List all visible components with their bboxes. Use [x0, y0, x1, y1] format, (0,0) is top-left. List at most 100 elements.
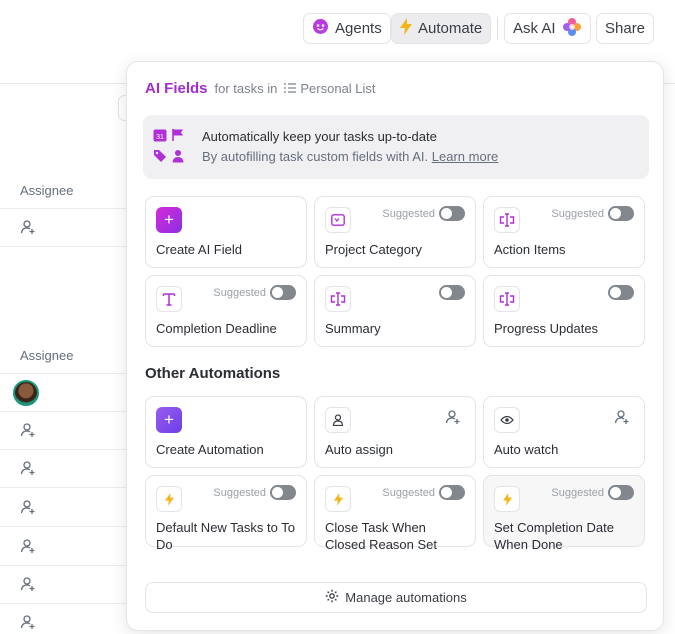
suggested-label: Suggested: [382, 208, 435, 220]
suggested-label: Suggested: [213, 487, 266, 499]
assignee-column-header-2: Assignee: [20, 348, 74, 363]
list-selector[interactable]: Personal List: [284, 81, 376, 96]
auto-assign-card[interactable]: Auto assign: [314, 396, 476, 468]
enable-toggle[interactable]: [608, 206, 634, 221]
table-row[interactable]: [0, 566, 130, 604]
manage-automations-button[interactable]: Manage automations: [145, 582, 647, 613]
row-divider: [0, 373, 130, 374]
text-field-icon: [156, 286, 182, 312]
action-items-card[interactable]: Suggested Action Items: [483, 196, 645, 268]
automate-button[interactable]: Automate: [391, 13, 492, 44]
agents-button[interactable]: Agents: [303, 13, 391, 44]
tag-icon: [153, 149, 171, 166]
banner-icons: 31: [153, 128, 189, 166]
ai-field-icon: [494, 207, 520, 233]
ai-field-icon: [494, 286, 520, 312]
assignee-column-header: Assignee: [20, 183, 74, 198]
calendar-icon: 31: [153, 128, 171, 145]
agents-label: Agents: [335, 20, 382, 37]
enable-toggle[interactable]: [270, 485, 296, 500]
panel-header: AI Fields for tasks in Personal List: [145, 80, 376, 97]
suggested-label: Suggested: [551, 487, 604, 499]
add-assignee-icon[interactable]: [20, 422, 36, 441]
banner-description: By autofilling task custom fields with A…: [202, 149, 498, 164]
ai-fields-banner: 31 Automatically keep your tasks up-to-d…: [143, 115, 649, 179]
card-label: Create AI Field: [156, 242, 242, 257]
enable-toggle[interactable]: [439, 206, 465, 221]
card-label: Auto assign: [325, 442, 393, 457]
share-label: Share: [605, 20, 646, 37]
table-row[interactable]: [0, 489, 130, 527]
add-assignee-icon[interactable]: [20, 576, 36, 595]
banner-description-text: By autofilling task custom fields with A…: [202, 149, 429, 164]
summary-card[interactable]: Summary: [314, 275, 476, 347]
progress-updates-card[interactable]: Progress Updates: [483, 275, 645, 347]
default-new-tasks-card[interactable]: Suggested Default New Tasks to To Do: [145, 475, 307, 552]
avatar[interactable]: [13, 380, 39, 406]
create-automation-card[interactable]: + Create Automation: [145, 396, 307, 468]
add-assignee-icon[interactable]: [20, 219, 36, 238]
enable-toggle[interactable]: [439, 285, 465, 300]
lightning-icon: [494, 486, 520, 512]
enable-toggle[interactable]: [608, 285, 634, 300]
suggested-label: Suggested: [213, 287, 266, 299]
card-label: Progress Updates: [494, 321, 599, 336]
panel-title: AI Fields: [145, 80, 208, 97]
list-icon: [284, 81, 297, 96]
add-assignee-icon[interactable]: [20, 538, 36, 557]
table-row[interactable]: [0, 412, 130, 450]
card-label: Default New Tasks to To Do: [156, 520, 295, 552]
ask-ai-button[interactable]: Ask AI: [504, 13, 591, 44]
ask-ai-label: Ask AI: [513, 20, 556, 37]
user-icon: [171, 149, 189, 166]
ai-field-icon: [325, 286, 351, 312]
table-row[interactable]: [0, 604, 130, 634]
flag-icon: [171, 128, 189, 145]
table-row[interactable]: [0, 528, 130, 566]
auto-watch-card[interactable]: Auto watch: [483, 396, 645, 468]
card-label: Summary: [325, 321, 381, 336]
set-completion-date-card[interactable]: Suggested Set Completion Date When Done: [483, 475, 645, 552]
card-label: Create Automation: [156, 442, 264, 457]
table-row[interactable]: [0, 209, 130, 247]
suggested-label: Suggested: [382, 487, 435, 499]
add-assignee-icon[interactable]: [20, 460, 36, 479]
gear-icon: [325, 589, 339, 606]
card-label: Auto watch: [494, 442, 559, 457]
other-automations-heading: Other Automations: [145, 365, 281, 382]
list-name: Personal List: [300, 81, 376, 96]
suggested-label: Suggested: [551, 208, 604, 220]
panel-subtitle: for tasks in: [214, 81, 278, 96]
banner-headline: Automatically keep your tasks up-to-date: [202, 129, 437, 144]
card-label: Completion Deadline: [156, 321, 277, 336]
create-ai-field-card[interactable]: + Create AI Field: [145, 196, 307, 268]
eye-icon: [494, 407, 520, 433]
svg-text:31: 31: [156, 134, 164, 141]
toolbar-divider: [497, 18, 498, 40]
user-icon: [325, 407, 351, 433]
lightning-icon: [156, 486, 182, 512]
automate-label: Automate: [418, 20, 483, 37]
agents-icon: [312, 18, 329, 39]
add-user-icon: [445, 409, 461, 428]
add-assignee-icon[interactable]: [20, 614, 36, 633]
enable-toggle[interactable]: [439, 485, 465, 500]
add-assignee-icon[interactable]: [20, 499, 36, 518]
enable-toggle[interactable]: [270, 285, 296, 300]
add-user-icon: [614, 409, 630, 428]
manage-automations-label: Manage automations: [345, 590, 467, 605]
enable-toggle[interactable]: [608, 485, 634, 500]
project-category-card[interactable]: Suggested Project Category: [314, 196, 476, 268]
lightning-icon: [325, 486, 351, 512]
close-task-card[interactable]: Suggested Close Task When Closed Reason …: [314, 475, 476, 552]
card-label: Close Task When Closed Reason Set: [325, 520, 438, 552]
card-label: Set Completion Date When Done: [494, 520, 614, 552]
share-button[interactable]: Share: [596, 13, 655, 44]
ai-brain-icon: [562, 17, 582, 41]
completion-deadline-card[interactable]: Suggested Completion Deadline: [145, 275, 307, 347]
plus-icon: +: [156, 207, 182, 233]
table-row[interactable]: [0, 450, 130, 488]
card-label: Action Items: [494, 242, 566, 257]
card-label: Project Category: [325, 242, 422, 257]
learn-more-link[interactable]: Learn more: [432, 149, 498, 164]
